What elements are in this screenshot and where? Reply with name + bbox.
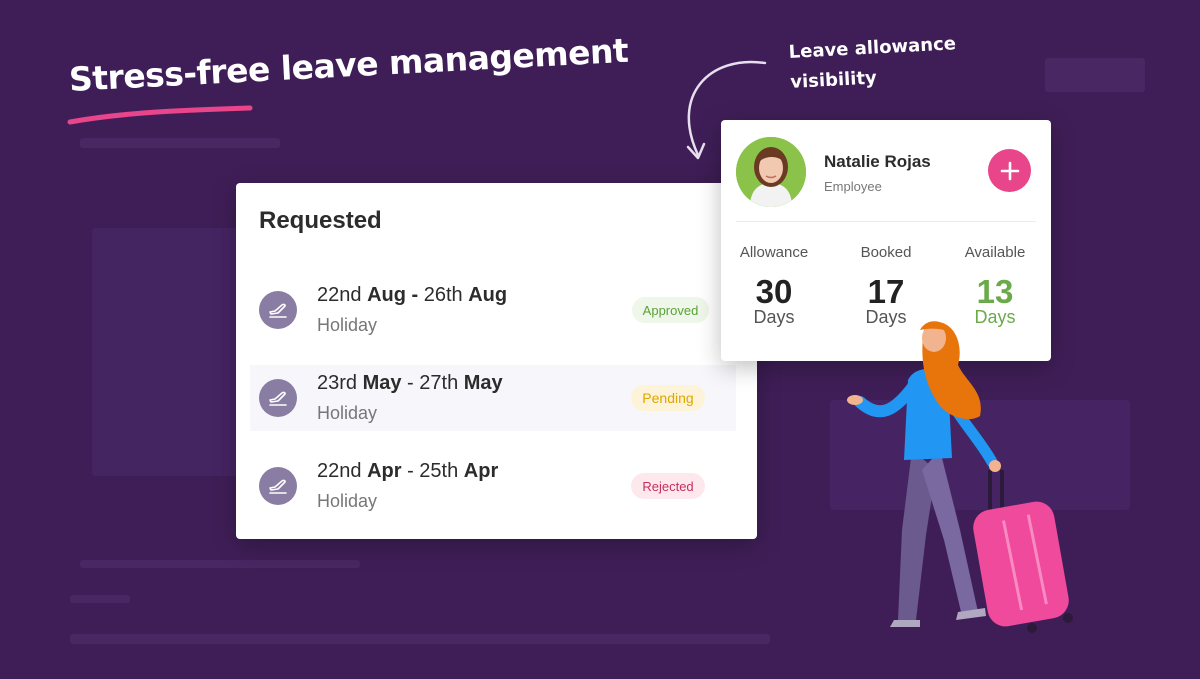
airplane-takeoff-icon [259,291,297,329]
leave-end-month: Aug [468,284,508,306]
leave-range-separator: - [401,460,420,482]
leave-end-day: 26th [423,284,469,306]
leave-start-month: Aug [367,284,406,306]
leave-request-row[interactable]: 22nd Aug - 26th Aug Holiday Approved [250,277,736,343]
background-block [70,595,130,603]
leave-start-day: 22nd [317,284,368,306]
traveller-illustration [847,321,1073,633]
leave-range-separator: - [401,372,420,394]
stat-unit: Days [753,307,795,327]
leave-end-month: Apr [463,460,499,482]
employee-name: Natalie Rojas [824,152,931,171]
background-block [1045,58,1145,92]
headline-underline [67,105,253,125]
leave-type: Holiday [317,403,378,423]
avatar [736,137,806,207]
status-badge-approved: Approved [632,297,709,323]
stat-booked: Booked 17 Days [831,244,941,328]
stat-allowance: Allowance 30 Days [719,244,829,328]
leave-end-month: May [463,372,503,394]
leave-end-day: 25th [419,460,464,482]
background-block [80,560,360,568]
stat-value: 17 [867,273,905,310]
leave-start-day: 23rd [317,372,363,394]
leave-end-day: 27th [419,372,464,394]
leave-start-month: Apr [367,460,402,482]
requested-title: Requested [259,207,382,234]
plus-icon [1000,161,1019,180]
leave-type: Holiday [317,315,378,335]
employee-role: Employee [824,179,882,194]
leave-date-range: 23rd May - 27th May [317,372,503,395]
airplane-takeoff-icon [259,467,297,505]
leave-date-range: 22nd Aug - 26th Aug [317,284,507,307]
requested-card: Requested 22nd Aug - 26th Aug Holiday Ap… [236,183,757,539]
background-block [80,138,280,148]
stat-value: 13 [976,273,1014,310]
add-leave-button[interactable] [988,149,1031,192]
stat-available: Available 13 Days [940,244,1050,328]
stat-value: 30 [755,273,793,310]
leave-start-month: May [362,372,402,394]
stat-label: Allowance [739,244,809,261]
status-badge-pending: Pending [631,385,705,411]
allowance-annotation: Leave allowance visibility [788,29,958,98]
status-badge-rejected: Rejected [631,473,705,499]
leave-range-separator: - [405,284,424,306]
leave-type: Holiday [317,491,378,511]
airplane-takeoff-icon [259,379,297,417]
background-block [70,634,770,644]
leave-request-row[interactable]: 22nd Apr - 25th Apr Holiday Rejected [250,453,736,519]
card-divider [736,221,1036,222]
stat-label: Booked [860,244,912,261]
leave-date-range: 22nd Apr - 25th Apr [317,460,498,483]
stat-label: Available [964,244,1026,261]
leave-start-day: 22nd [317,460,368,482]
leave-request-row[interactable]: 23rd May - 27th May Holiday Pending [250,365,736,431]
